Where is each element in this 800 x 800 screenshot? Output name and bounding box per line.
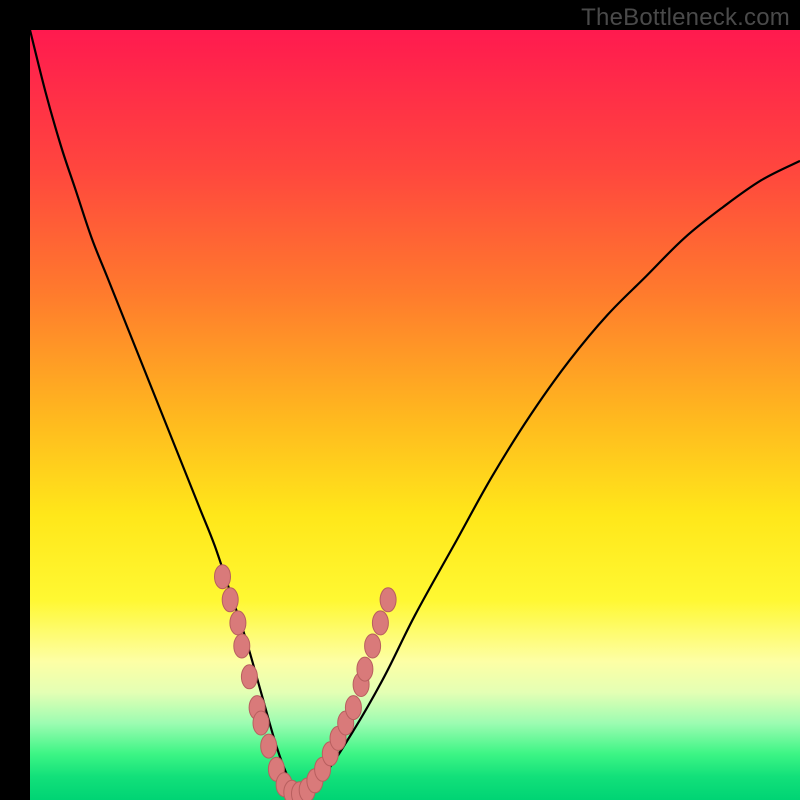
curve-marker	[253, 711, 269, 735]
highlighted-points	[215, 565, 397, 800]
plot-area	[30, 30, 800, 800]
curve-svg	[30, 30, 800, 800]
chart-frame: TheBottleneck.com	[0, 0, 800, 800]
curve-marker	[241, 665, 257, 689]
curve-marker	[261, 734, 277, 758]
attribution-text: TheBottleneck.com	[581, 4, 790, 32]
curve-marker	[365, 634, 381, 658]
curve-marker	[230, 611, 246, 635]
curve-marker	[215, 565, 231, 589]
curve-marker	[234, 634, 250, 658]
curve-marker	[222, 588, 238, 612]
curve-marker	[372, 611, 388, 635]
curve-marker	[345, 696, 361, 720]
bottleneck-curve	[30, 30, 800, 796]
curve-marker	[380, 588, 396, 612]
curve-marker	[357, 657, 373, 681]
